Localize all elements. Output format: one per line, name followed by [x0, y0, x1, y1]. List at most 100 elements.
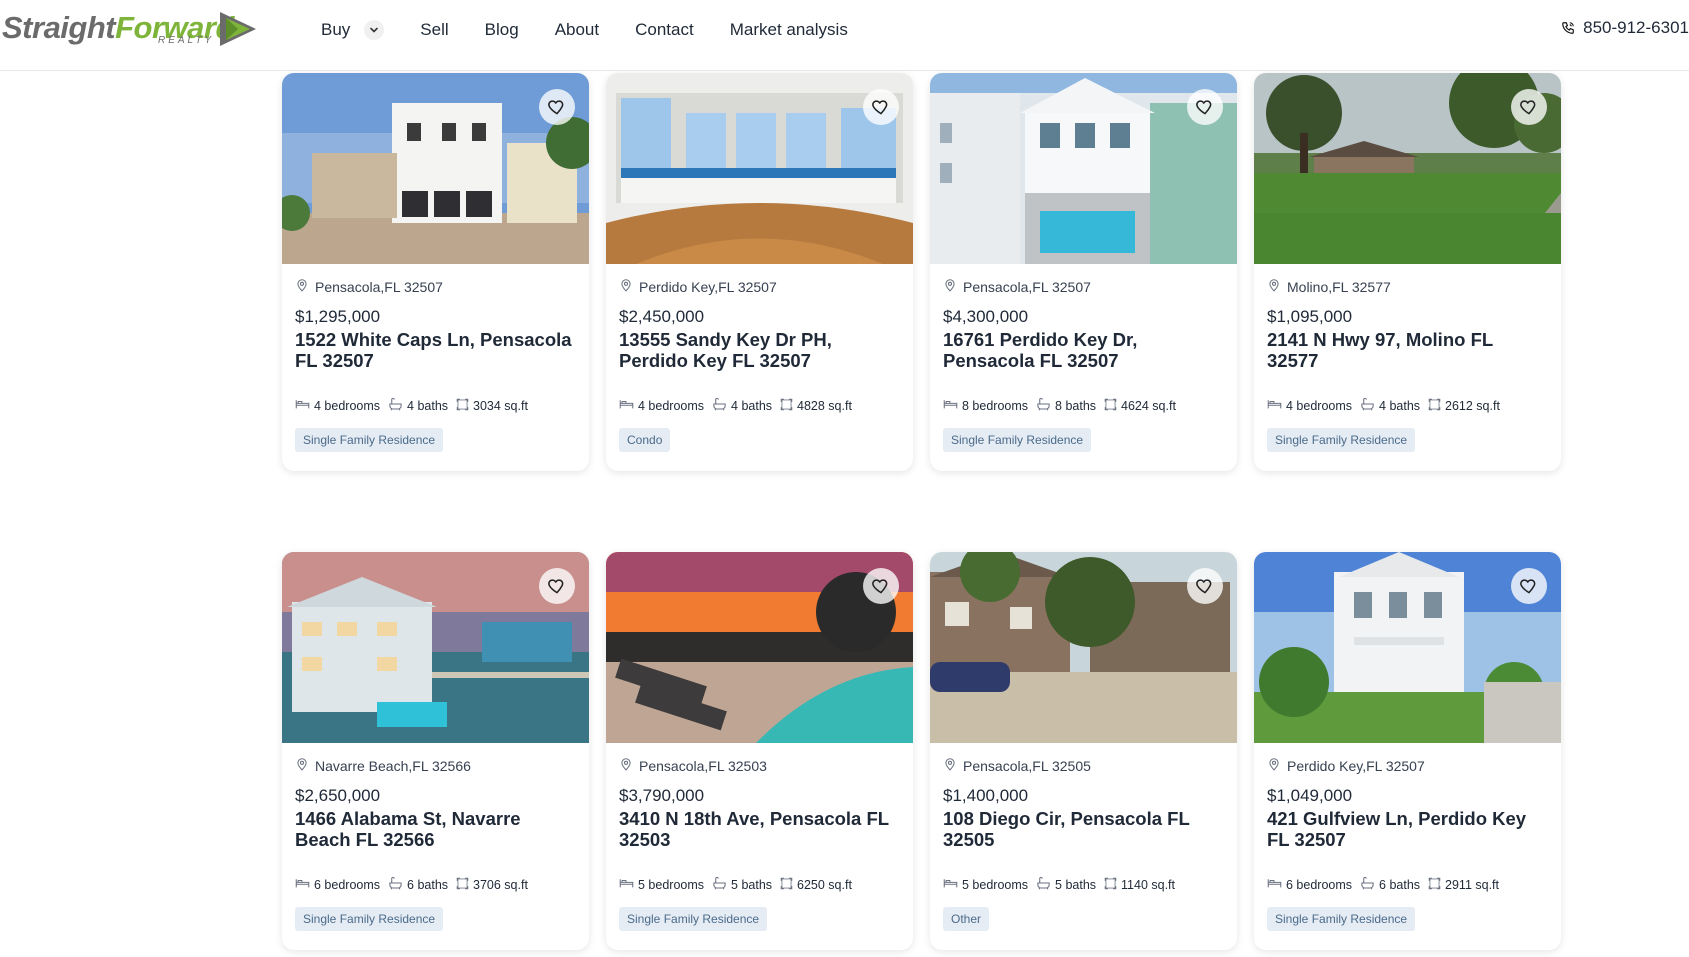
location-text: Navarre Beach,FL 32566 [315, 757, 471, 774]
listing-specs: 6 bedrooms 6 baths 3706 sq.ft [295, 876, 576, 893]
bath-icon [1360, 876, 1379, 893]
bed-icon [619, 398, 638, 413]
listing-card[interactable]: Pensacola,FL 32507 $1,295,000 1522 White… [282, 73, 589, 471]
listing-photo[interactable] [930, 73, 1237, 264]
favorite-heart-icon[interactable] [1511, 89, 1547, 125]
listing-photo[interactable] [282, 552, 589, 743]
bed-icon [943, 877, 962, 892]
location-pin-icon [1267, 757, 1287, 774]
location-text: Perdido Key,FL 32507 [639, 278, 777, 295]
listing-location: Perdido Key,FL 32507 [619, 278, 900, 295]
favorite-heart-icon[interactable] [1187, 89, 1223, 125]
area-sqft: 4624 sq.ft [1121, 398, 1176, 413]
listing-specs: 5 bedrooms 5 baths 1140 sq.ft [943, 876, 1224, 893]
listing-card[interactable]: Pensacola,FL 32505 $1,400,000 108 Diego … [930, 552, 1237, 950]
phone-icon [1562, 22, 1574, 34]
listing-price: $1,049,000 [1267, 786, 1353, 805]
listing-card[interactable]: Perdido Key,FL 32507 $1,049,000 421 Gulf… [1254, 552, 1561, 950]
listing-card[interactable]: Molino,FL 32577 $1,095,000 2141 N Hwy 97… [1254, 73, 1561, 471]
bed-icon [943, 398, 962, 413]
favorite-heart-icon[interactable] [1187, 568, 1223, 604]
bath-icon [712, 876, 731, 893]
area-icon [1104, 398, 1121, 414]
nav-item-about[interactable]: About [555, 20, 599, 40]
site-header: StraightForward REALTY Buy Sell Blog Abo… [0, 0, 1689, 71]
listing-photo[interactable] [1254, 552, 1561, 743]
property-type-badge: Single Family Residence [1267, 428, 1416, 452]
listing-specs: 4 bedrooms 4 baths 3034 sq.ft [295, 397, 576, 414]
baths-count: 4 baths [407, 398, 449, 413]
logo-arrow-icon [220, 12, 256, 46]
nav-item-buy[interactable]: Buy [321, 20, 385, 40]
listing-specs: 8 bedrooms 8 baths 4624 sq.ft [943, 397, 1224, 414]
listing-price: $1,400,000 [943, 786, 1029, 805]
listing-photo[interactable] [930, 552, 1237, 743]
bath-icon [388, 876, 407, 893]
listing-address[interactable]: 421 Gulfview Ln, Perdido Key FL 32507 [1267, 808, 1548, 850]
bed-icon [295, 398, 314, 413]
property-type-badge: Condo [619, 428, 671, 452]
listing-address[interactable]: 3410 N 18th Ave, Pensacola FL 32503 [619, 808, 900, 850]
listing-price: $2,450,000 [619, 307, 705, 326]
listing-price: $4,300,000 [943, 307, 1029, 326]
baths-count: 8 baths [1055, 398, 1097, 413]
listing-card[interactable]: Pensacola,FL 32507 $4,300,000 16761 Perd… [930, 73, 1237, 471]
area-sqft: 6250 sq.ft [797, 877, 852, 892]
chevron-down-icon[interactable] [364, 20, 385, 40]
listing-photo[interactable] [1254, 73, 1561, 264]
listing-card[interactable]: Pensacola,FL 32503 $3,790,000 3410 N 18t… [606, 552, 913, 950]
listing-price: $1,295,000 [295, 307, 381, 326]
listing-address[interactable]: 1522 White Caps Ln, Pensacola FL 32507 [295, 329, 576, 371]
location-pin-icon [1267, 278, 1287, 295]
favorite-heart-icon[interactable] [863, 89, 899, 125]
area-sqft: 3034 sq.ft [473, 398, 528, 413]
bedrooms-count: 4 bedrooms [638, 398, 705, 413]
location-pin-icon [619, 278, 639, 295]
nav-item-sell[interactable]: Sell [420, 20, 448, 40]
favorite-heart-icon[interactable] [863, 568, 899, 604]
location-pin-icon [943, 757, 963, 774]
favorite-heart-icon[interactable] [1511, 568, 1547, 604]
area-icon [1428, 398, 1445, 414]
listing-card[interactable]: Navarre Beach,FL 32566 $2,650,000 1466 A… [282, 552, 589, 950]
listing-photo[interactable] [606, 73, 913, 264]
area-icon [1104, 877, 1121, 893]
listing-location: Perdido Key,FL 32507 [1267, 757, 1548, 774]
logo[interactable]: StraightForward REALTY [2, 8, 262, 58]
main-nav: Buy Sell Blog About Contact Market analy… [321, 0, 884, 60]
listing-location: Molino,FL 32577 [1267, 278, 1548, 295]
property-type-badge: Single Family Residence [619, 907, 768, 931]
listing-address[interactable]: 2141 N Hwy 97, Molino FL 32577 [1267, 329, 1548, 371]
area-icon [780, 398, 797, 414]
baths-count: 6 baths [1379, 877, 1421, 892]
bedrooms-count: 6 bedrooms [1286, 877, 1353, 892]
listing-address[interactable]: 13555 Sandy Key Dr PH, Perdido Key FL 32… [619, 329, 900, 371]
favorite-heart-icon[interactable] [539, 568, 575, 604]
baths-count: 4 baths [1379, 398, 1421, 413]
location-text: Molino,FL 32577 [1287, 278, 1391, 295]
listing-location: Navarre Beach,FL 32566 [295, 757, 576, 774]
location-pin-icon [943, 278, 963, 295]
area-sqft: 3706 sq.ft [473, 877, 528, 892]
listing-card[interactable]: Perdido Key,FL 32507 $2,450,000 13555 Sa… [606, 73, 913, 471]
bedrooms-count: 8 bedrooms [962, 398, 1029, 413]
location-pin-icon [619, 757, 639, 774]
bedrooms-count: 5 bedrooms [962, 877, 1029, 892]
listing-photo[interactable] [606, 552, 913, 743]
listing-address[interactable]: 1466 Alabama St, Navarre Beach FL 32566 [295, 808, 576, 850]
listing-address[interactable]: 16761 Perdido Key Dr, Pensacola FL 32507 [943, 329, 1224, 371]
location-pin-icon [295, 757, 315, 774]
phone-link[interactable]: 850-912-6301 [1561, 18, 1689, 38]
listing-photo[interactable] [282, 73, 589, 264]
listing-address[interactable]: 108 Diego Cir, Pensacola FL 32505 [943, 808, 1224, 850]
location-text: Perdido Key,FL 32507 [1287, 757, 1425, 774]
nav-item-contact[interactable]: Contact [635, 20, 694, 40]
nav-item-blog[interactable]: Blog [485, 20, 519, 40]
area-icon [1428, 877, 1445, 893]
area-icon [780, 877, 797, 893]
favorite-heart-icon[interactable] [539, 89, 575, 125]
property-type-badge: Single Family Residence [295, 907, 444, 931]
listing-location: Pensacola,FL 32503 [619, 757, 900, 774]
baths-count: 5 baths [731, 877, 773, 892]
nav-item-market-analysis[interactable]: Market analysis [730, 20, 848, 40]
